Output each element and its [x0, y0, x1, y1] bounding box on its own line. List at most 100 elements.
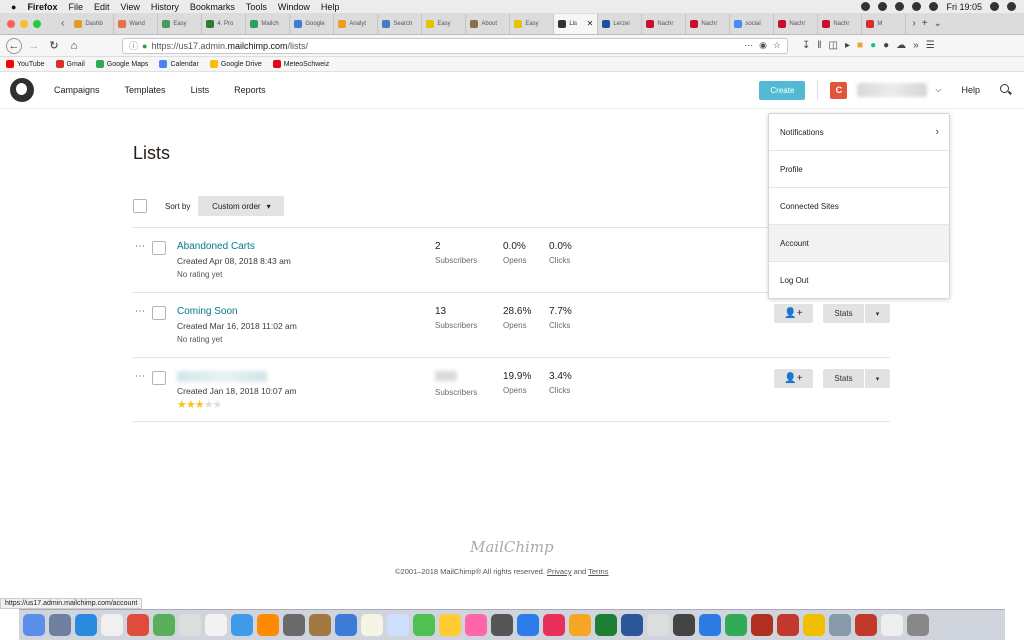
notification-center-icon[interactable] — [1007, 2, 1016, 11]
menu-item-profile[interactable]: Profile — [769, 151, 949, 188]
dock-app-icon[interactable] — [231, 614, 253, 636]
dock-app-icon[interactable] — [205, 614, 227, 636]
dock-app-icon[interactable] — [49, 614, 71, 636]
nav-lists[interactable]: Lists — [191, 85, 210, 95]
dock-app-icon[interactable] — [569, 614, 591, 636]
extension-icon[interactable]: ● — [883, 40, 889, 51]
nav-reports[interactable]: Reports — [234, 85, 266, 95]
dock-app-icon[interactable] — [335, 614, 357, 636]
forward-arrow-icon[interactable]: → — [26, 38, 42, 54]
reload-icon[interactable]: ↻ — [46, 38, 62, 54]
tab-scroll-right-icon[interactable]: › — [912, 18, 915, 29]
back-arrow-icon[interactable]: ← — [6, 37, 22, 54]
dock-app-icon[interactable] — [127, 614, 149, 636]
download-icon[interactable]: ↧ — [802, 40, 810, 51]
mailchimp-logo-icon[interactable] — [10, 78, 34, 102]
list-name-link[interactable]: Abandoned Carts — [177, 241, 255, 252]
zoom-window-button[interactable] — [33, 19, 41, 28]
menubar-clock[interactable]: Fri 19:05 — [946, 2, 982, 12]
menu-history[interactable]: History — [151, 2, 179, 12]
bookmark-5[interactable]: MeteoSchweiz — [272, 60, 329, 68]
volume-icon[interactable] — [912, 2, 922, 11]
status-icon[interactable] — [861, 2, 871, 11]
dock-app-icon[interactable] — [543, 614, 565, 636]
dock-app-icon[interactable] — [361, 614, 383, 636]
dock-app-icon[interactable] — [465, 614, 487, 636]
minimize-window-button[interactable] — [20, 19, 28, 28]
tab-list-icon[interactable]: ⌄ — [934, 18, 942, 29]
chevron-down-icon[interactable]: ⌵ — [935, 85, 941, 95]
tab-5[interactable]: Google — [290, 13, 335, 34]
dock-app-icon[interactable] — [829, 614, 851, 636]
menu-item-log-out[interactable]: Log Out — [769, 262, 949, 299]
tab-8[interactable]: Easy — [422, 13, 467, 34]
tab-7[interactable]: Search — [378, 13, 423, 34]
info-icon[interactable]: ⓘ — [129, 39, 138, 52]
dock-app-icon[interactable] — [75, 614, 97, 636]
privacy-link[interactable]: Privacy — [547, 567, 572, 576]
chevron-down-icon[interactable]: ▾ — [865, 310, 890, 318]
tab-1[interactable]: Wand — [114, 13, 159, 34]
tab-scroll-left-icon[interactable]: ‹ — [61, 18, 64, 29]
stats-button[interactable]: Stats — [823, 304, 865, 323]
pocket-icon[interactable]: ◉ — [759, 40, 767, 51]
tab-0[interactable]: Dashb — [70, 13, 115, 34]
dock-app-icon[interactable] — [413, 614, 435, 636]
dock-app-icon[interactable] — [673, 614, 695, 636]
tab-2[interactable]: Easy — [158, 13, 203, 34]
menu-tools[interactable]: Tools — [246, 2, 267, 12]
dock-app-icon[interactable] — [283, 614, 305, 636]
dock-app-icon[interactable] — [387, 614, 409, 636]
avatar[interactable]: C — [830, 81, 848, 99]
dock-app-icon[interactable] — [647, 614, 669, 636]
dock-app-icon[interactable] — [309, 614, 331, 636]
tab-16[interactable]: Nachr — [774, 13, 819, 34]
dock-app-icon[interactable] — [179, 614, 201, 636]
extension-icon[interactable]: ■ — [857, 40, 863, 51]
page-actions-icon[interactable]: ⋯ — [744, 40, 753, 51]
dock-app-icon[interactable] — [257, 614, 279, 636]
dock-app-icon[interactable] — [439, 614, 461, 636]
dock-app-icon[interactable] — [751, 614, 773, 636]
menu-item-account[interactable]: Account — [769, 225, 949, 262]
status-icon[interactable] — [878, 2, 888, 11]
row-checkbox[interactable] — [152, 371, 166, 385]
nav-templates[interactable]: Templates — [125, 85, 166, 95]
search-icon[interactable] — [998, 82, 1014, 98]
apple-menu-icon[interactable]: ● — [11, 2, 16, 12]
menu-file[interactable]: File — [68, 2, 83, 12]
menu-bookmarks[interactable]: Bookmarks — [190, 2, 235, 12]
tab-9[interactable]: About — [466, 13, 511, 34]
bookmark-star-icon[interactable]: ☆ — [773, 40, 781, 51]
bookmark-3[interactable]: Calendar — [159, 60, 199, 68]
bookmark-0[interactable]: YouTube — [6, 60, 45, 68]
menu-edit[interactable]: Edit — [94, 2, 110, 12]
dock-app-icon[interactable] — [491, 614, 513, 636]
dock-app-icon[interactable] — [23, 614, 45, 636]
terms-link[interactable]: Terms — [588, 567, 608, 576]
dock-app-icon[interactable] — [881, 614, 903, 636]
extension-icon[interactable]: ☁ — [896, 40, 906, 51]
dock-app-icon[interactable] — [153, 614, 175, 636]
extension-icon[interactable]: ● — [870, 40, 876, 51]
menu-item-connected-sites[interactable]: Connected Sites — [769, 188, 949, 225]
drag-handle-icon[interactable]: ⋮ — [134, 371, 145, 381]
hamburger-menu-icon[interactable]: ☰ — [926, 40, 935, 51]
close-tab-icon[interactable]: ✕ — [587, 19, 594, 28]
menu-view[interactable]: View — [120, 2, 139, 12]
help-link[interactable]: Help — [961, 85, 980, 95]
menu-help[interactable]: Help — [321, 2, 340, 12]
overflow-menu-icon[interactable]: » — [913, 40, 919, 51]
bookmark-4[interactable]: Google Drive — [209, 60, 262, 68]
tab-11[interactable]: Lis ✕ — [554, 13, 599, 34]
row-checkbox[interactable] — [152, 306, 166, 320]
tab-13[interactable]: Nachr — [642, 13, 687, 34]
url-text[interactable]: https://us17.admin.mailchimp.com/lists/ — [151, 41, 308, 51]
bookmark-1[interactable]: Gmail — [55, 60, 85, 68]
stats-button[interactable]: Stats — [823, 369, 865, 388]
drag-handle-icon[interactable]: ⋮ — [134, 241, 145, 251]
tab-14[interactable]: Nachr — [686, 13, 731, 34]
extension-icon[interactable]: ▸ — [845, 40, 850, 51]
dock-app-icon[interactable] — [855, 614, 877, 636]
dock-app-icon[interactable] — [621, 614, 643, 636]
